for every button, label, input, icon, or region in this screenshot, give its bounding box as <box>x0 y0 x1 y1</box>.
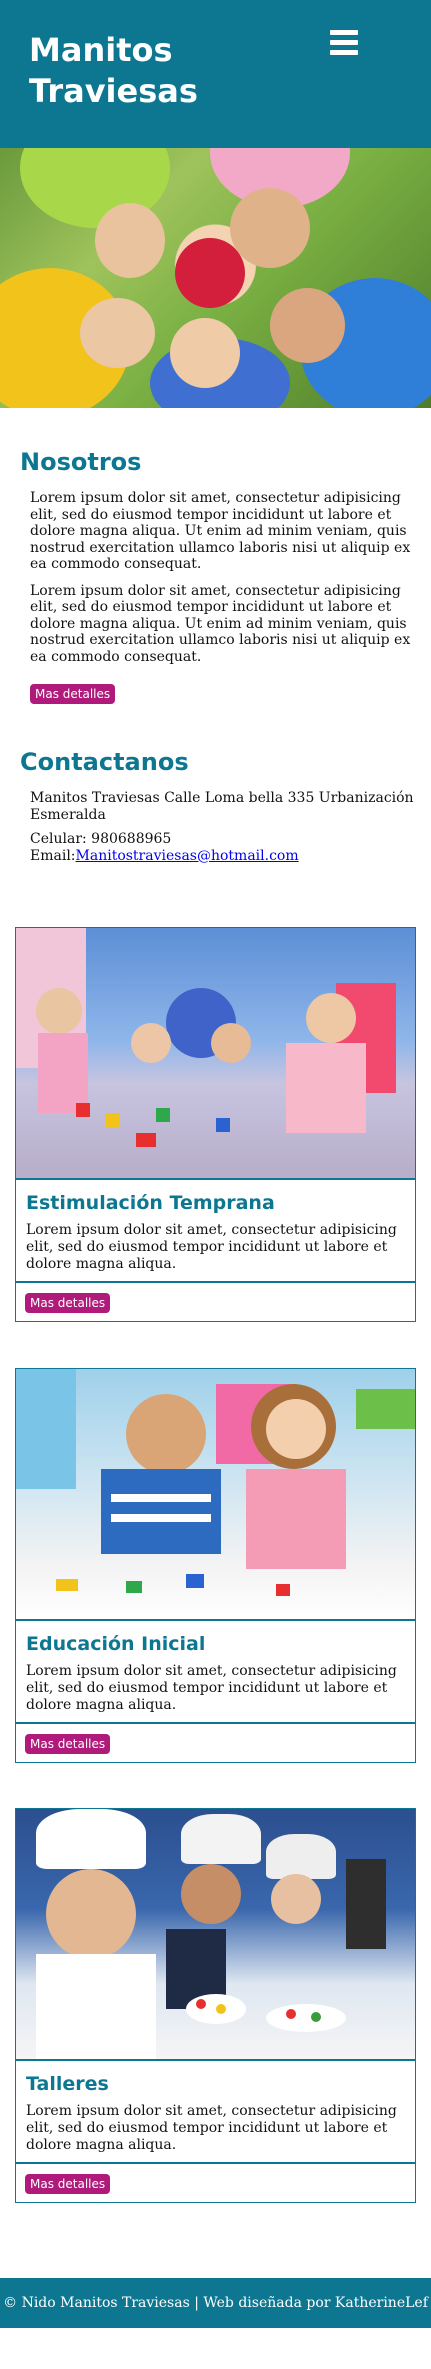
about-paragraph-1: Lorem ipsum dolor sit amet, consectetur … <box>30 490 411 572</box>
card-body: Estimulación Temprana Lorem ipsum dolor … <box>16 1178 415 1281</box>
card-footer: Mas detalles <box>16 1281 415 1321</box>
card-image-playroom <box>16 928 415 1178</box>
card-text: Lorem ipsum dolor sit amet, consectetur … <box>26 1663 397 1713</box>
site-header: Manitos Traviesas <box>0 0 431 148</box>
card-details-button[interactable]: Mas detalles <box>25 2174 111 2194</box>
contact-heading: Contactanos <box>20 748 189 776</box>
footer-text: © Nido Manitos Traviesas | Web diseñada … <box>3 2295 428 2311</box>
contact-section: Contactanos Manitos Traviesas Calle Loma… <box>0 748 431 864</box>
card-title: Estimulación Temprana <box>26 1192 275 1214</box>
about-details-button[interactable]: Mas detalles <box>30 684 116 704</box>
service-card-early-education: Educación Inicial Lorem ipsum dolor sit … <box>15 1368 416 1763</box>
site-title[interactable]: Manitos Traviesas <box>29 30 229 112</box>
card-details-button[interactable]: Mas detalles <box>25 1734 111 1754</box>
about-paragraph-2: Lorem ipsum dolor sit amet, consectetur … <box>30 582 411 665</box>
card-text: Lorem ipsum dolor sit amet, consectetur … <box>26 1222 397 1272</box>
contact-email-link[interactable]: Manitostraviesas@hotmail.com <box>76 848 299 864</box>
service-card-workshops: Talleres Lorem ipsum dolor sit amet, con… <box>15 1808 416 2203</box>
card-image-cooking <box>16 1809 415 2059</box>
contact-line: Celular: 980688965 Email:Manitostraviesa… <box>20 831 431 864</box>
card-image-painting <box>16 1369 415 1619</box>
card-text: Lorem ipsum dolor sit amet, consectetur … <box>26 2103 397 2153</box>
hero-image <box>0 148 431 408</box>
card-details-button[interactable]: Mas detalles <box>25 1293 111 1313</box>
card-title: Educación Inicial <box>26 1633 206 1655</box>
site-footer: © Nido Manitos Traviesas | Web diseñada … <box>0 2278 431 2328</box>
service-card-early-stimulation: Estimulación Temprana Lorem ipsum dolor … <box>15 927 416 1322</box>
hamburger-menu-icon[interactable] <box>330 30 358 56</box>
about-section: Nosotros Lorem ipsum dolor sit amet, con… <box>0 448 431 704</box>
card-footer: Mas detalles <box>16 1722 415 1762</box>
card-footer: Mas detalles <box>16 2162 415 2202</box>
about-heading: Nosotros <box>20 448 142 476</box>
card-body: Talleres Lorem ipsum dolor sit amet, con… <box>16 2059 415 2162</box>
contact-address: Manitos Traviesas Calle Loma bella 335 U… <box>30 790 414 823</box>
card-body: Educación Inicial Lorem ipsum dolor sit … <box>16 1619 415 1722</box>
card-title: Talleres <box>26 2073 109 2095</box>
